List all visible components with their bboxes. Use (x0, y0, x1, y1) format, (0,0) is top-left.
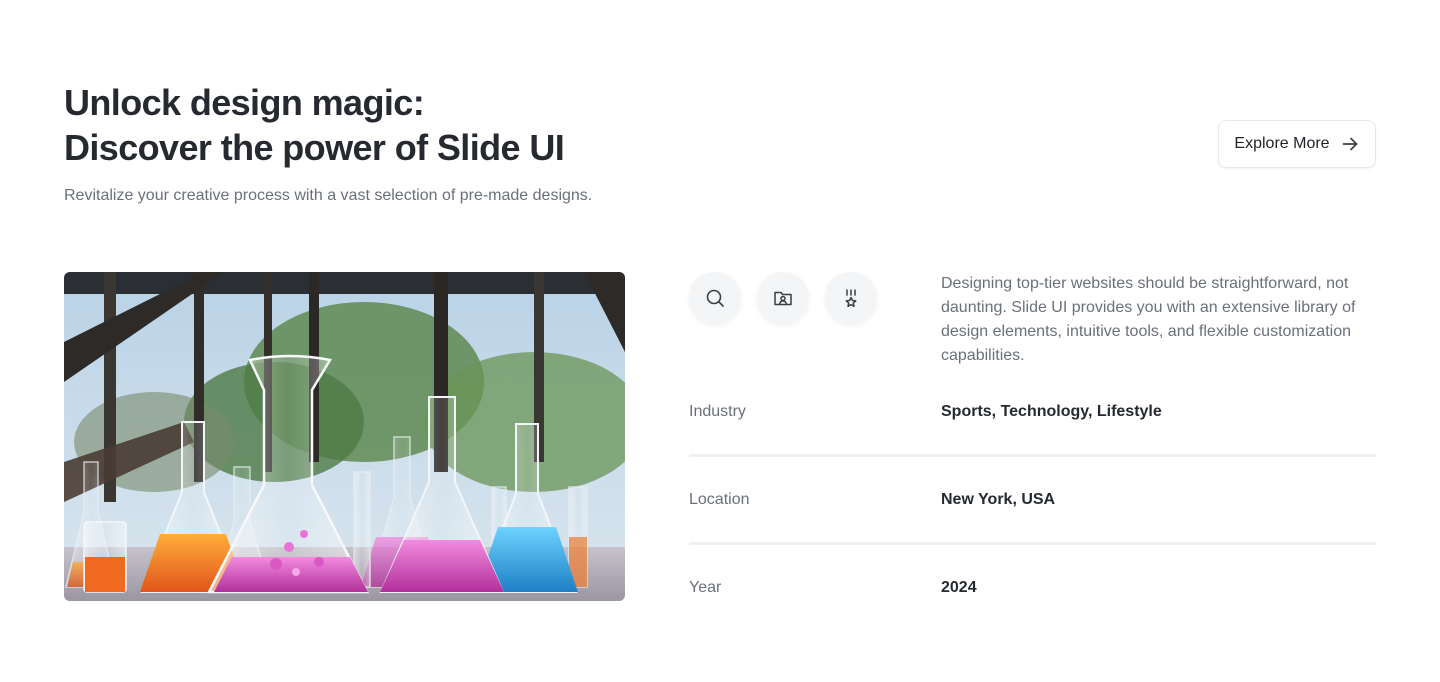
portfolio-folder-button[interactable] (757, 272, 809, 324)
detail-label: Year (689, 579, 722, 596)
page-title: Unlock design magic: Discover the power … (64, 80, 964, 170)
detail-label: Location (689, 491, 750, 508)
page-title-line-2: Discover the power of Slide UI (64, 127, 565, 168)
page-title-line-1: Unlock design magic: (64, 82, 425, 123)
detail-value: Sports, Technology, Lifestyle (941, 403, 1162, 420)
divider (689, 542, 1376, 545)
search-button[interactable] (689, 272, 741, 324)
explore-more-label: Explore More (1234, 135, 1330, 152)
arrow-right-icon (1340, 134, 1360, 154)
detail-row-year: Year 2024 (689, 576, 1376, 600)
search-icon (704, 287, 726, 309)
detail-label: Industry (689, 403, 746, 420)
portfolio-folder-icon (772, 287, 794, 309)
page-subtitle: Revitalize your creative process with a … (64, 187, 593, 204)
description-text: Designing top-tier websites should be st… (941, 275, 1356, 364)
detail-row-industry: Industry Sports, Technology, Lifestyle (689, 400, 1376, 424)
detail-value: 2024 (941, 579, 977, 596)
explore-more-button[interactable]: Explore More (1218, 120, 1376, 168)
divider (689, 454, 1376, 457)
laboratory-flasks-image (64, 272, 625, 601)
award-medal-button[interactable] (825, 272, 877, 324)
detail-value: New York, USA (941, 491, 1056, 508)
award-medal-icon (840, 287, 862, 309)
detail-row-location: Location New York, USA (689, 488, 1376, 512)
